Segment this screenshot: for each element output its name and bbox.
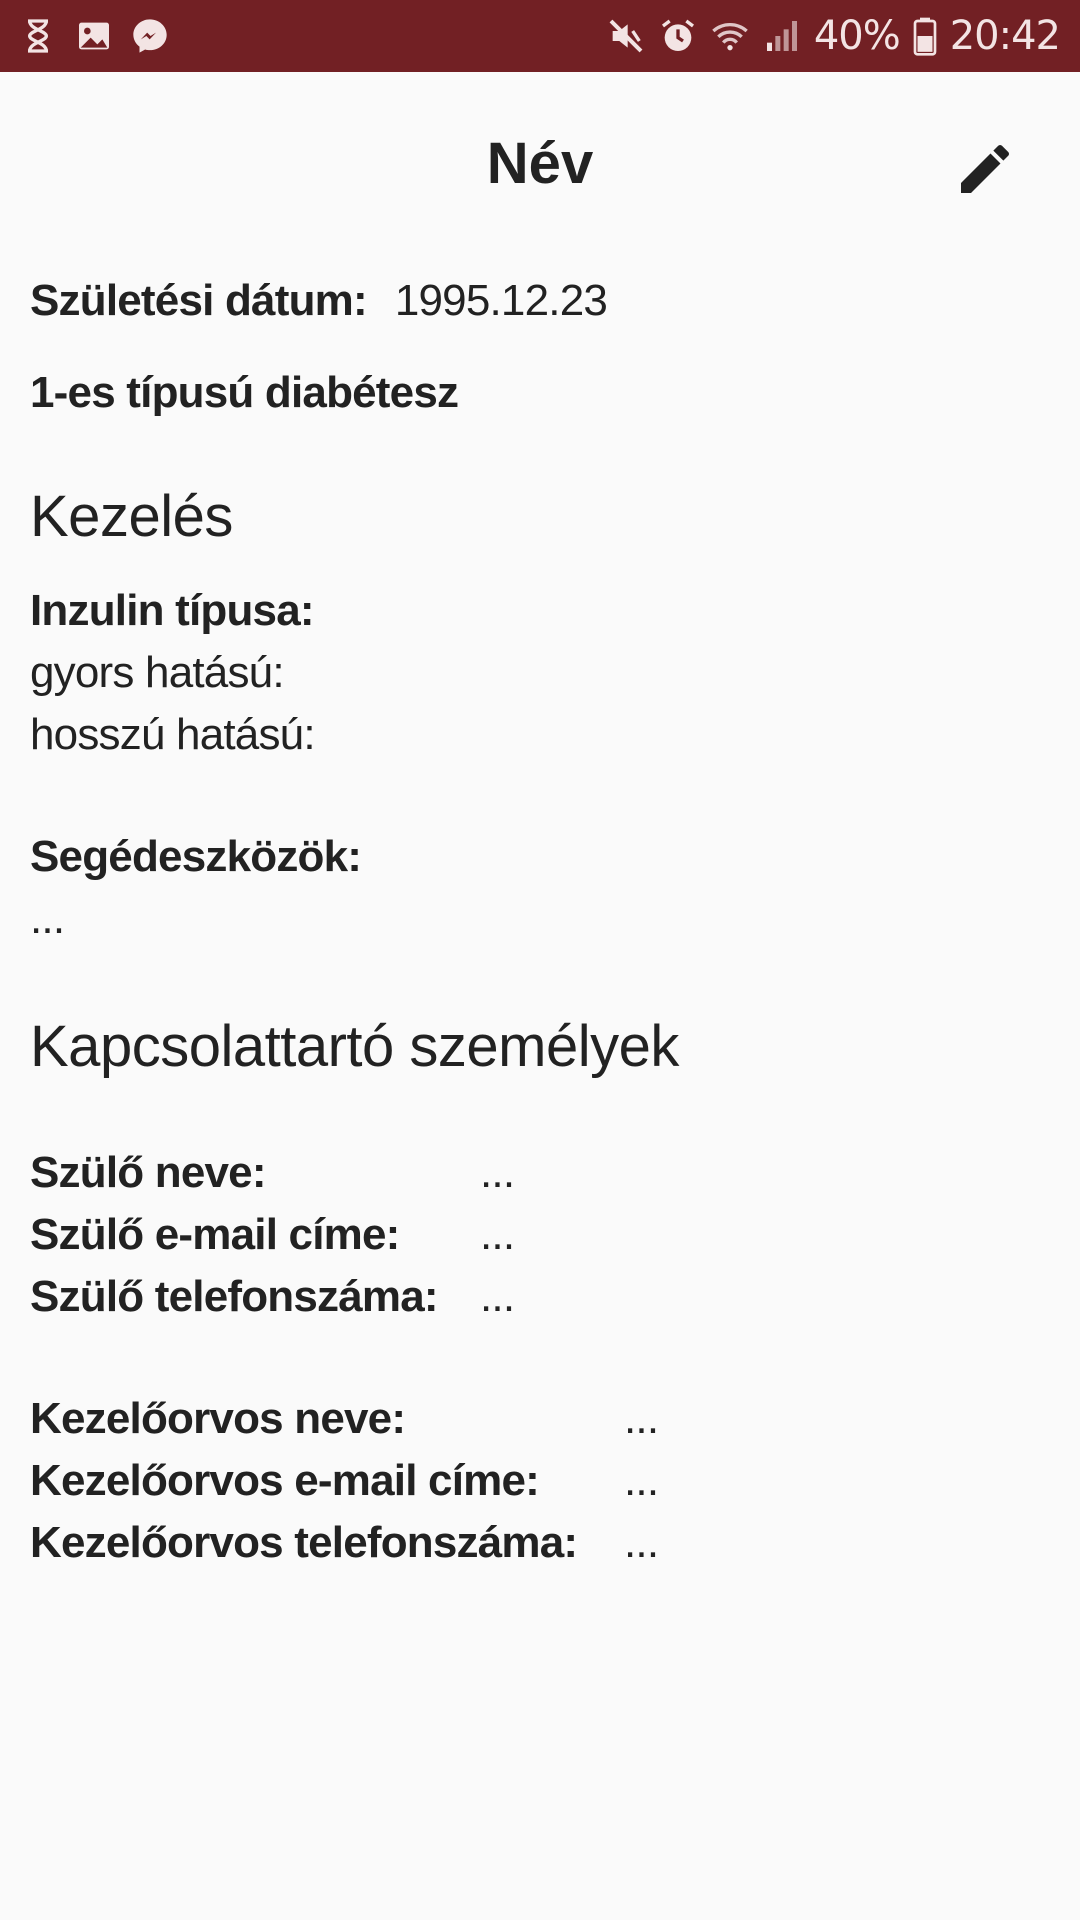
parent-name-value: ... [480, 1148, 515, 1197]
hourglass-icon [18, 16, 58, 56]
status-bar: 40% 20:42 [0, 0, 1080, 72]
doctor-contacts: Kezelőorvos neve: ... Kezelőorvos e-mail… [30, 1388, 1050, 1574]
parent-email-label: Szülő e-mail címe: [30, 1210, 400, 1259]
battery-icon [912, 16, 938, 56]
doctor-phone-label: Kezelőorvos telefonszáma: [30, 1518, 578, 1567]
birth-date-label: Születési dátum: [30, 276, 368, 325]
wifi-icon [710, 16, 750, 56]
doctor-name-label: Kezelőorvos neve: [30, 1394, 406, 1443]
doctor-name-value: ... [624, 1394, 659, 1443]
doctor-email-value: ... [624, 1456, 659, 1505]
parent-phone-label: Szülő telefonszáma: [30, 1272, 439, 1321]
long-acting-label: hosszú hatású: [30, 710, 316, 759]
contacts-title: Kapcsolattartó személyek [30, 1014, 679, 1079]
profile-content: Születési dátum: 1995.12.23 1-es típusú … [30, 270, 1050, 1574]
page-title: Név [486, 131, 594, 196]
parent-contacts: Szülő neve: ... Szülő e-mail címe: ... S… [30, 1142, 1050, 1328]
app-bar: Név [0, 72, 1080, 272]
alarm-icon [658, 16, 698, 56]
parent-phone-value: ... [480, 1272, 515, 1321]
mute-icon [606, 16, 646, 56]
edit-button[interactable] [944, 130, 1026, 212]
doctor-phone-value: ... [624, 1518, 659, 1567]
battery-percent: 40% [813, 13, 901, 59]
devices-label: Segédeszközök: [30, 832, 362, 881]
parent-name-label: Szülő neve: [30, 1148, 267, 1197]
clock: 20:42 [949, 13, 1061, 59]
treatment-title: Kezelés [30, 484, 233, 549]
birth-date-value: 1995.12.23 [394, 276, 608, 325]
doctor-email-label: Kezelőorvos e-mail címe: [30, 1456, 540, 1505]
birth-date-row: Születési dátum: 1995.12.23 [30, 270, 1050, 332]
insulin-type-label: Inzulin típusa: [30, 586, 315, 635]
status-bar-right: 40% 20:42 [606, 0, 1061, 72]
status-bar-left [18, 0, 170, 72]
signal-icon [762, 16, 802, 56]
diabetes-type: 1-es típusú diabétesz [30, 368, 459, 417]
pencil-icon [953, 137, 1017, 206]
fast-acting-label: gyors hatású: [30, 648, 285, 697]
devices-value: ... [30, 894, 65, 943]
messenger-icon [130, 16, 170, 56]
image-icon [74, 16, 114, 56]
parent-email-value: ... [480, 1210, 515, 1259]
diabetes-type-row: 1-es típusú diabétesz [30, 362, 1050, 424]
